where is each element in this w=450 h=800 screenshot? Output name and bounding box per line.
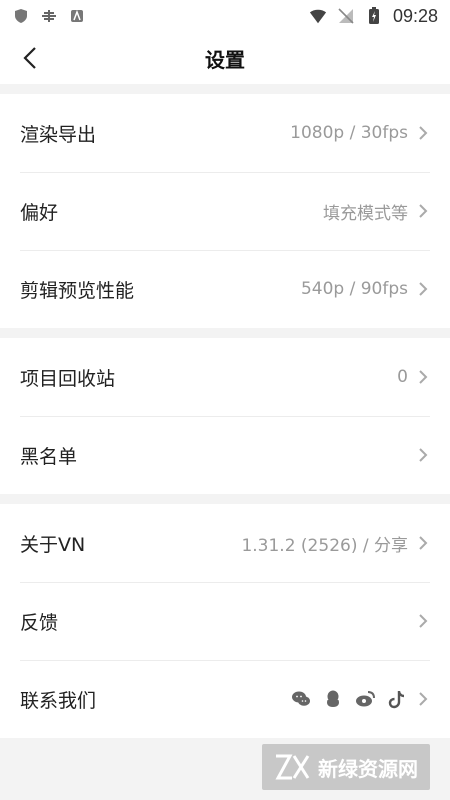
row-preferences[interactable]: 偏好 填充模式等 (0, 172, 450, 250)
row-value: 0 (397, 367, 408, 387)
row-value: 1.31.2 (2526) / 分享 (241, 535, 408, 556)
row-label: 关于VN (20, 533, 86, 556)
android-notification-icon (68, 7, 86, 25)
status-bar: 09:28 (0, 0, 450, 32)
page-title: 设置 (205, 47, 245, 72)
row-label: 联系我们 (20, 689, 97, 712)
row-right: 填充模式等 (323, 199, 430, 224)
row-project-trash[interactable]: 项目回收站 0 (0, 338, 450, 416)
row-label: 项目回收站 (20, 367, 116, 390)
row-right: 1.31.2 (2526) / 分享 (241, 531, 430, 556)
back-button[interactable] (18, 46, 42, 70)
row-label: 偏好 (20, 201, 59, 224)
chevron-left-icon (23, 47, 36, 69)
wechat-icon[interactable] (290, 688, 312, 710)
row-label: 渲染导出 (20, 123, 97, 146)
row-right (416, 448, 430, 462)
qq-icon[interactable] (322, 688, 344, 710)
settings-section-1: 渲染导出 1080p / 30fps 偏好 填充模式等 剪辑预览性能 540p … (0, 94, 450, 328)
row-value: 填充模式等 (323, 203, 408, 224)
row-about[interactable]: 关于VN 1.31.2 (2526) / 分享 (0, 504, 450, 582)
row-label: 黑名单 (20, 445, 78, 468)
watermark: 新绿资源网 (262, 744, 430, 790)
row-feedback[interactable]: 反馈 (0, 582, 450, 660)
watermark-text: 新绿资源网 (318, 756, 418, 781)
watermark-logo-icon (275, 754, 310, 780)
wifi-icon (309, 7, 327, 25)
chevron-right-icon (416, 614, 430, 628)
chevron-right-icon (416, 126, 430, 140)
header: 设置 (0, 32, 450, 84)
row-value: 1080p / 30fps (290, 123, 408, 143)
row-render-export[interactable]: 渲染导出 1080p / 30fps (0, 94, 450, 172)
chevron-right-icon (416, 448, 430, 462)
chevron-right-icon (416, 536, 430, 550)
row-label: 反馈 (20, 611, 59, 634)
row-contact-us[interactable]: 联系我们 (0, 660, 450, 738)
row-value: 540p / 90fps (300, 279, 408, 299)
app-notification-icon (40, 7, 58, 25)
row-right: 1080p / 30fps (290, 123, 430, 143)
row-right: 540p / 90fps (301, 279, 430, 299)
chevron-right-icon (416, 370, 430, 384)
chevron-right-icon (416, 692, 430, 706)
signal-off-icon (337, 7, 355, 25)
row-blacklist[interactable]: 黑名单 (0, 416, 450, 494)
row-right (416, 614, 430, 628)
tiktok-icon[interactable] (386, 688, 408, 710)
chevron-right-icon (416, 204, 430, 218)
row-editing-preview[interactable]: 剪辑预览性能 540p / 90fps (0, 250, 450, 328)
status-left (12, 7, 86, 25)
social-icons (290, 688, 408, 710)
shield-icon (12, 7, 30, 25)
battery-charging-icon (365, 7, 383, 25)
status-time: 09:28 (392, 5, 438, 26)
row-right: 0 (397, 367, 430, 387)
settings-section-3: 关于VN 1.31.2 (2526) / 分享 反馈 联系我们 (0, 504, 450, 738)
status-right: 09:28 (309, 6, 438, 27)
weibo-icon[interactable] (354, 688, 376, 710)
row-label: 剪辑预览性能 (20, 279, 135, 302)
chevron-right-icon (416, 282, 430, 296)
row-right (290, 688, 430, 710)
settings-section-2: 项目回收站 0 黑名单 (0, 338, 450, 494)
